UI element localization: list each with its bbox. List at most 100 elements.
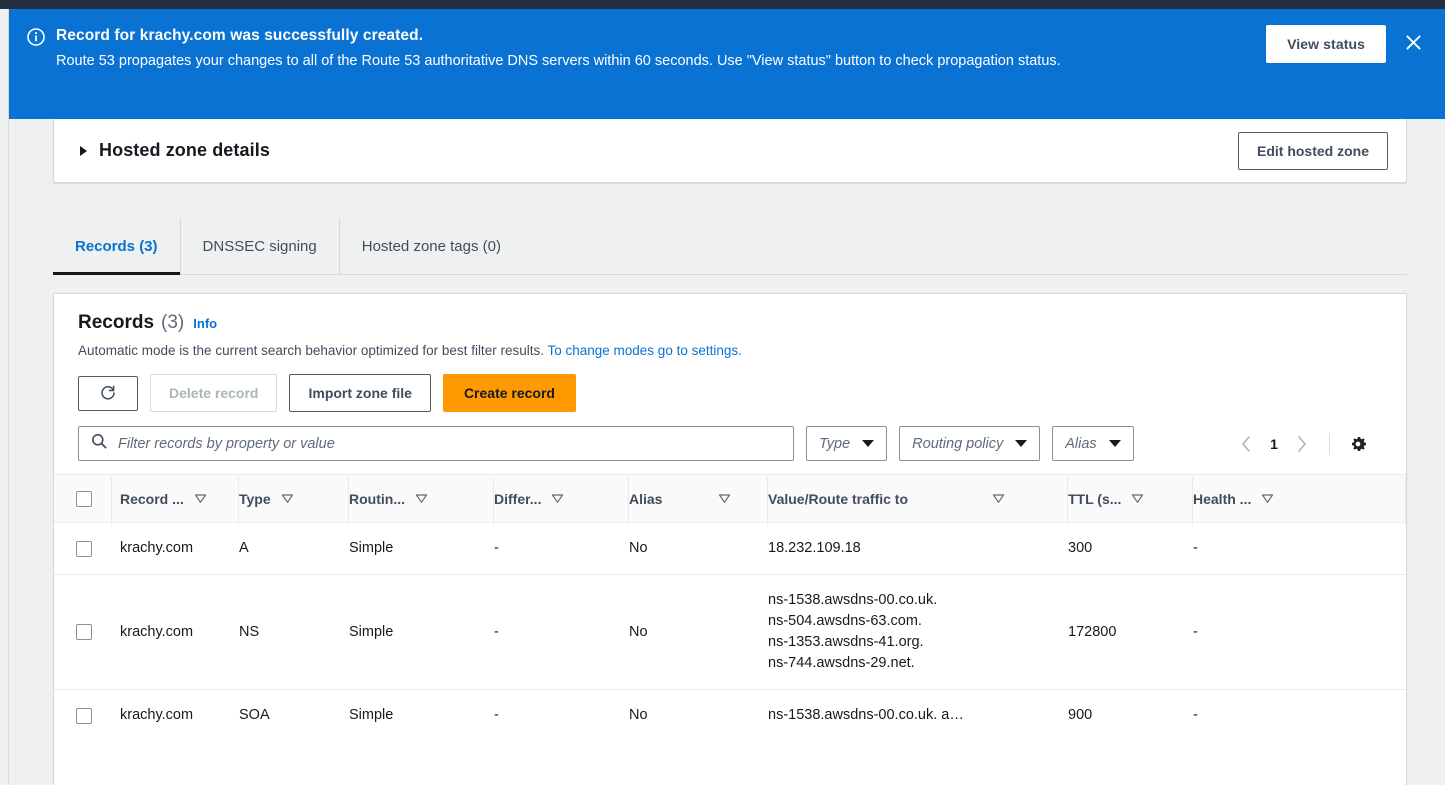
column-label: Alias xyxy=(629,490,663,507)
cell-record-name: krachy.com xyxy=(120,707,194,723)
alias-filter-label: Alias xyxy=(1065,435,1097,452)
records-title-row: Records (3) Info xyxy=(78,312,1382,334)
pagination-divider xyxy=(1329,432,1330,455)
info-circle-icon xyxy=(27,28,45,46)
chevron-right-icon[interactable] xyxy=(80,145,87,156)
sort-icon[interactable] xyxy=(718,491,731,507)
table-row[interactable]: krachy.com NS Simple - No ns-1538.awsdns… xyxy=(54,574,1406,690)
sort-icon[interactable] xyxy=(194,491,207,507)
column-label: Type xyxy=(239,490,271,507)
hosted-zone-details-title[interactable]: Hosted zone details xyxy=(99,140,1238,161)
records-description: Automatic mode is the current search beh… xyxy=(78,341,1382,361)
row-checkbox[interactable] xyxy=(76,707,92,724)
tab-records[interactable]: Records (3) xyxy=(53,218,181,275)
column-label: Differ... xyxy=(494,490,542,507)
column-header-differentiator: Differ... xyxy=(494,474,629,525)
chevron-down-icon xyxy=(1015,440,1028,447)
cell-value: 18.232.109.18 xyxy=(768,522,1068,575)
table-row[interactable]: krachy.com SOA Simple - No ns-1538.awsdn… xyxy=(54,690,1406,742)
refresh-icon[interactable] xyxy=(78,375,138,411)
top-chrome-strip xyxy=(0,0,1445,9)
column-header-health-check: Health ... xyxy=(1193,474,1406,525)
cell-ttl: 172800 xyxy=(1068,574,1193,690)
tab-hosted-zone-tags-label: Hosted zone tags (0) xyxy=(361,237,501,255)
cell-differentiator: - xyxy=(494,707,499,723)
records-info-link[interactable]: Info xyxy=(193,316,217,331)
row-select-cell xyxy=(54,574,112,690)
value-line: ns-744.awsdns-29.net. xyxy=(768,655,915,671)
select-all-checkbox[interactable] xyxy=(76,490,92,507)
column-label: Health ... xyxy=(1193,490,1252,507)
table-row[interactable]: krachy.com A Simple - No 18.232.109.18 3… xyxy=(54,522,1406,575)
pagination: 1 xyxy=(1233,429,1382,459)
sort-icon[interactable] xyxy=(281,491,294,507)
chevron-left-icon[interactable] xyxy=(1233,429,1259,459)
column-header-routing-policy: Routin... xyxy=(349,474,494,525)
cell-ttl: 300 xyxy=(1068,522,1193,575)
view-status-button[interactable]: View status xyxy=(1266,25,1386,63)
column-label: Routin... xyxy=(349,490,405,507)
notification-actions: View status xyxy=(1266,25,1429,63)
sort-icon[interactable] xyxy=(1261,491,1274,507)
sort-icon[interactable] xyxy=(1131,491,1144,507)
gear-icon[interactable] xyxy=(1344,430,1372,458)
column-label: Record ... xyxy=(120,490,184,507)
row-select-cell xyxy=(54,522,112,575)
close-icon[interactable] xyxy=(1400,29,1427,56)
column-label: TTL (s... xyxy=(1068,490,1122,507)
chevron-right-icon[interactable] xyxy=(1289,429,1315,459)
tab-hosted-zone-tags[interactable]: Hosted zone tags (0) xyxy=(340,218,523,274)
sort-icon[interactable] xyxy=(992,491,1005,507)
routing-policy-filter-label: Routing policy xyxy=(912,435,1004,452)
records-count: (3) xyxy=(161,312,185,333)
records-panel-header: Records (3) Info Automatic mode is the c… xyxy=(54,294,1406,412)
edit-hosted-zone-button[interactable]: Edit hosted zone xyxy=(1238,131,1388,170)
column-divider xyxy=(1405,476,1406,525)
import-zone-file-button[interactable]: Import zone file xyxy=(289,374,431,412)
cell-value: ns-1538.awsdns-00.co.uk. a… xyxy=(768,690,1068,742)
column-header-ttl: TTL (s... xyxy=(1068,474,1193,525)
records-title: Records xyxy=(78,312,155,333)
left-gutter xyxy=(0,9,9,785)
cell-ttl: 900 xyxy=(1068,707,1093,723)
column-header-record-name: Record ... xyxy=(112,474,239,525)
value-line: ns-504.awsdns-63.com. xyxy=(768,613,922,629)
sort-icon[interactable] xyxy=(415,491,428,507)
cell-record-name: krachy.com xyxy=(112,574,239,690)
search-input[interactable] xyxy=(116,434,781,453)
page-body: Hosted zone details Edit hosted zone Rec… xyxy=(10,119,1445,785)
records-table-body: krachy.com A Simple - No 18.232.109.18 3… xyxy=(54,522,1406,742)
column-label: Value/Route traffic to xyxy=(768,490,909,507)
records-table-head: Record ... Type Routin... Differ... Alia… xyxy=(54,474,1406,525)
delete-record-button[interactable]: Delete record xyxy=(150,374,278,412)
type-filter-dropdown[interactable]: Type xyxy=(806,426,888,461)
cell-record-name: krachy.com xyxy=(112,522,239,575)
tab-records-label: Records (3) xyxy=(75,237,158,255)
notification-text: Record for krachy.com was successfully c… xyxy=(56,26,1266,74)
tab-bar: Records (3) DNSSEC signing Hosted zone t… xyxy=(53,218,1407,275)
cell-alias: No xyxy=(629,522,768,575)
row-checkbox[interactable] xyxy=(76,540,92,557)
change-modes-settings-link[interactable]: To change modes go to settings. xyxy=(547,343,741,358)
success-notification-banner: Record for krachy.com was successfully c… xyxy=(9,9,1445,119)
column-header-type: Type xyxy=(239,474,349,525)
create-record-button[interactable]: Create record xyxy=(442,374,576,412)
table-header-row: Record ... Type Routin... Differ... Alia… xyxy=(54,474,1406,525)
cell-health-check: - xyxy=(1193,707,1198,723)
sort-icon[interactable] xyxy=(551,491,564,507)
cell-routing-policy: Simple xyxy=(349,522,494,575)
cell-routing-policy: Simple xyxy=(349,707,394,723)
notification-title: Record for krachy.com was successfully c… xyxy=(56,27,424,44)
cell-type: SOA xyxy=(239,707,270,723)
routing-policy-filter-dropdown[interactable]: Routing policy xyxy=(899,426,1041,461)
row-checkbox[interactable] xyxy=(76,624,92,640)
cell-differentiator: - xyxy=(494,574,629,690)
pagination-page-number[interactable]: 1 xyxy=(1263,436,1285,452)
chevron-down-icon xyxy=(1108,440,1121,447)
records-panel: Records (3) Info Automatic mode is the c… xyxy=(53,293,1407,785)
column-divider xyxy=(111,476,112,525)
chevron-down-icon xyxy=(862,440,875,447)
search-box[interactable] xyxy=(78,426,794,461)
tab-dnssec-signing[interactable]: DNSSEC signing xyxy=(181,218,340,274)
alias-filter-dropdown[interactable]: Alias xyxy=(1052,426,1134,461)
